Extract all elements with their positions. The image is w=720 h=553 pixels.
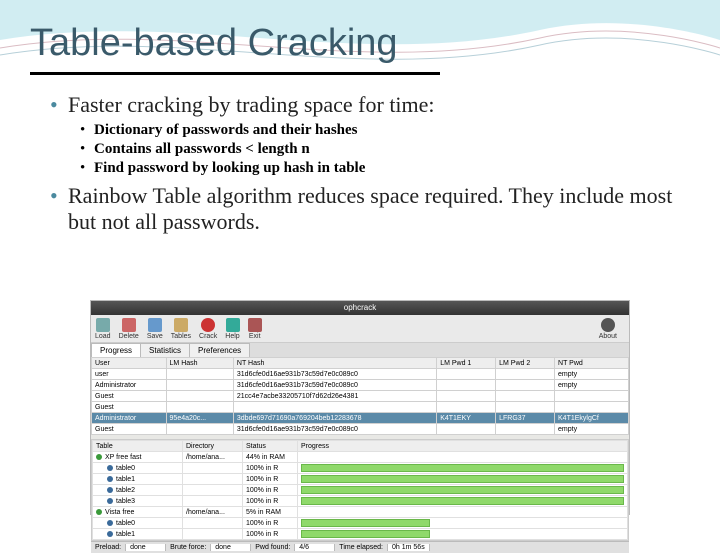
hash-table-header: User LM Hash NT Hash LM Pwd 1 LM Pwd 2 N… <box>92 358 629 369</box>
status-dot-icon <box>107 476 113 482</box>
tab-progress[interactable]: Progress <box>91 343 141 357</box>
status-dot-icon <box>96 509 102 515</box>
progress-bar <box>301 475 624 483</box>
progress-bar <box>301 464 624 472</box>
status-dot-icon <box>107 520 113 526</box>
time-value: 0h 1m 56s <box>388 544 430 551</box>
bullet-sub-1: Dictionary of passwords and their hashes <box>80 122 680 139</box>
hash-row[interactable]: Guest21cc4e7acbe33205710f7d62d26e4381 <box>92 391 629 402</box>
bullet-sub-3: Find password by looking up hash in tabl… <box>80 160 680 177</box>
stop-icon <box>201 318 215 332</box>
bullet-main-2: Rainbow Table algorithm reduces space re… <box>50 183 680 235</box>
status-dot-icon <box>107 531 113 537</box>
progress-bar <box>301 530 430 538</box>
os-icon <box>601 318 615 332</box>
delete-button[interactable]: Delete <box>119 318 139 340</box>
tables-button[interactable]: Tables <box>171 318 191 340</box>
preload-value: done <box>126 544 166 551</box>
progress-header: Table Directory Status Progress <box>93 441 628 452</box>
status-dot-icon <box>107 498 113 504</box>
load-button[interactable]: Load <box>95 318 111 340</box>
help-button[interactable]: Help <box>225 318 239 340</box>
load-icon <box>96 318 110 332</box>
hash-row[interactable]: Guest31d6cfe0d16ae931b73c59d7e0c089c0emp… <box>92 424 629 435</box>
pwd-value: 4/6 <box>295 544 335 551</box>
slide-title: Table-based Cracking <box>30 22 398 65</box>
hash-table: User LM Hash NT Hash LM Pwd 1 LM Pwd 2 N… <box>91 357 629 435</box>
progress-row[interactable]: table1100% in R <box>93 529 628 540</box>
progress-row[interactable]: table0100% in R <box>93 463 628 474</box>
tab-preferences[interactable]: Preferences <box>189 343 250 357</box>
window-titlebar: ophcrack <box>91 301 629 315</box>
progress-row[interactable]: table0100% in R <box>93 518 628 529</box>
save-icon <box>148 318 162 332</box>
exit-icon <box>248 318 262 332</box>
bullet-main-1: Faster cracking by trading space for tim… <box>50 92 680 118</box>
title-underline <box>30 72 440 75</box>
progress-row[interactable]: table1100% in R <box>93 474 628 485</box>
tables-icon <box>174 318 188 332</box>
brute-label: Brute force: <box>166 544 211 551</box>
progress-bar <box>301 519 430 527</box>
progress-row[interactable]: Vista free/home/ana...5% in RAM <box>93 507 628 518</box>
hash-row[interactable]: Administrator31d6cfe0d16ae931b73c59d7e0c… <box>92 380 629 391</box>
toolbar: Load Delete Save Tables Crack Help Exit … <box>91 315 629 343</box>
slide-content: Faster cracking by trading space for tim… <box>40 92 680 239</box>
crack-button[interactable]: Crack <box>199 318 217 340</box>
pwd-label: Pwd found: <box>251 544 295 551</box>
progress-panel: Table Directory Status Progress XP free … <box>91 439 629 541</box>
bullet-sub-2: Contains all passwords < length n <box>80 141 680 158</box>
time-label: Time elapsed: <box>335 544 388 551</box>
progress-bar <box>301 486 624 494</box>
tab-statistics[interactable]: Statistics <box>140 343 190 357</box>
progress-row[interactable]: table3100% in R <box>93 496 628 507</box>
ophcrack-screenshot: ophcrack Load Delete Save Tables Crack H… <box>90 300 630 515</box>
status-dot-icon <box>96 454 102 460</box>
progress-table: Table Directory Status Progress XP free … <box>92 440 628 540</box>
preload-label: Preload: <box>91 544 126 551</box>
progress-row[interactable]: XP free fast/home/ana...44% in RAM <box>93 452 628 463</box>
exit-button[interactable]: Exit <box>248 318 262 340</box>
status-dot-icon <box>107 465 113 471</box>
save-button[interactable]: Save <box>147 318 163 340</box>
tabs: Progress Statistics Preferences <box>91 343 629 357</box>
delete-icon <box>122 318 136 332</box>
hash-row-selected[interactable]: Administrator95e4a20c...3dbde697d71690a7… <box>92 413 629 424</box>
status-bar: Preload:done Brute force:done Pwd found:… <box>91 541 629 553</box>
hash-row[interactable]: user31d6cfe0d16ae931b73c59d7e0c089c0empt… <box>92 369 629 380</box>
about-button[interactable]: About <box>599 318 617 340</box>
help-icon <box>226 318 240 332</box>
progress-row[interactable]: table2100% in R <box>93 485 628 496</box>
hash-row[interactable]: Guest <box>92 402 629 413</box>
brute-value: done <box>211 544 251 551</box>
progress-bar <box>301 497 624 505</box>
status-dot-icon <box>107 487 113 493</box>
